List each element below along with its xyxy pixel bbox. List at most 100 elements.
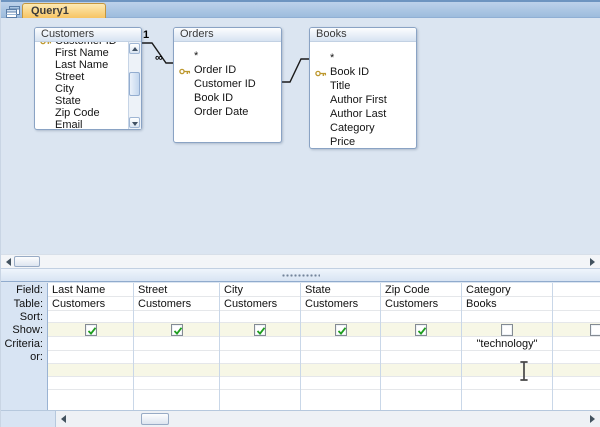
grid-cell-table[interactable]: Customers [381,297,461,311]
grid-cell-extra2[interactable] [462,377,552,390]
grid-cell-sort[interactable] [134,311,219,323]
grid-cell-criteria[interactable] [301,337,380,351]
grid-cell-extra3[interactable] [381,390,461,410]
grid-cell-or[interactable] [381,351,461,364]
diagram-horizontal-scrollbar[interactable] [1,254,600,268]
table-vertical-scrollbar[interactable] [128,42,141,129]
grid-scroll-left-arrow-icon[interactable] [61,415,66,423]
grid-cell-extra3[interactable] [48,390,133,410]
grid-horizontal-scrollbar[interactable] [1,410,600,427]
grid-cell-criteria[interactable] [553,337,600,351]
show-checkbox[interactable] [334,323,347,336]
query-diagram-pane[interactable]: 1 ∞ CustomersCustomer IDFirst NameLast N… [1,18,600,254]
grid-cell-field[interactable]: Zip Code [381,283,461,297]
grid-cell-extra1[interactable] [462,364,552,377]
grid-cell-extra1[interactable] [220,364,300,377]
grid-cell-show[interactable] [48,323,133,337]
grid-cell-or[interactable] [48,351,133,364]
show-checkbox[interactable] [501,323,513,336]
tab-query1[interactable]: Query1 [22,3,106,18]
grid-cell-criteria[interactable] [220,337,300,351]
grid-scroll-right-arrow-icon[interactable] [590,415,595,423]
grid-cell-extra3[interactable] [462,390,552,410]
scroll-left-arrow-icon[interactable] [6,258,11,266]
field-item[interactable]: Zip Code [35,107,128,119]
grid-cell-or[interactable] [220,351,300,364]
show-checkbox[interactable] [84,323,97,336]
show-checkbox[interactable] [170,323,183,336]
show-checkbox[interactable] [254,323,266,336]
show-checkbox[interactable] [589,323,600,336]
grid-cell-field[interactable]: Street [134,283,219,297]
grid-cell-table[interactable]: Customers [220,297,300,311]
grid-cell-or[interactable] [462,351,552,364]
grid-cell-table[interactable] [553,297,600,311]
grid-cell-or[interactable] [134,351,219,364]
grid-cell-table[interactable]: Customers [134,297,219,311]
field-item[interactable]: First Name [35,47,128,59]
grid-cell-criteria[interactable] [134,337,219,351]
field-item[interactable]: * [310,51,416,65]
grid-cell-extra3[interactable] [220,390,300,410]
grid-cell-extra2[interactable] [381,377,461,390]
grid-cell-field[interactable] [553,283,600,297]
grid-cell-criteria-value[interactable]: "technology" [462,337,552,351]
grid-cell-extra1[interactable] [48,364,133,377]
grid-cell-field[interactable]: State [301,283,380,297]
grid-cell-sort[interactable] [553,311,600,323]
field-item[interactable]: Street [35,71,128,83]
grid-cell-show[interactable] [462,323,552,337]
grid-cell-extra1[interactable] [381,364,461,377]
grid-cell-sort[interactable] [462,311,552,323]
field-item[interactable]: Last Name [35,59,128,71]
grid-cell-extra1[interactable] [301,364,380,377]
grid-cell-criteria[interactable] [48,337,133,351]
grid-cell-table[interactable]: Customers [301,297,380,311]
scroll-right-arrow-icon[interactable] [590,258,595,266]
grid-cell-extra2[interactable] [134,377,219,390]
grid-cell-sort[interactable] [220,311,300,323]
grid-cell-show[interactable] [381,323,461,337]
grid-cell-sort[interactable] [381,311,461,323]
table-title-bar[interactable]: Books [310,28,416,42]
field-item[interactable]: Order Date [174,105,281,119]
field-item[interactable]: Book ID [174,91,281,105]
scroll-up-button[interactable] [129,43,140,54]
grid-cell-extra2[interactable] [301,377,380,390]
grid-cell-field[interactable]: Last Name [48,283,133,297]
field-item[interactable]: Order ID [174,63,281,77]
table-title-bar[interactable]: Customers [35,28,141,42]
pane-splitter[interactable] [1,268,600,282]
grid-cell-extra1[interactable] [553,364,600,377]
grid-cell-extra2[interactable] [220,377,300,390]
field-item[interactable]: * [174,49,281,63]
field-item[interactable]: City [35,83,128,95]
grid-cell-sort[interactable] [48,311,133,323]
grid-cell-table[interactable]: Customers [48,297,133,311]
grid-cell-extra2[interactable] [553,377,600,390]
show-checkbox[interactable] [415,323,427,336]
field-item[interactable]: Book ID [310,65,416,79]
grid-cell-table[interactable]: Books [462,297,552,311]
field-item[interactable]: Price [310,135,416,148]
field-item[interactable]: Author Last [310,107,416,121]
grid-cell-show[interactable] [220,323,300,337]
scrollbar-thumb[interactable] [129,72,140,96]
grid-cell-extra2[interactable] [48,377,133,390]
scroll-down-button[interactable] [129,117,140,128]
table-title-bar[interactable]: Orders [174,28,281,42]
field-item[interactable]: Title [310,79,416,93]
diagram-scrollbar-thumb[interactable] [14,256,40,267]
grid-cell-or[interactable] [553,351,600,364]
grid-cell-show[interactable] [134,323,219,337]
field-item[interactable]: Category [310,121,416,135]
grid-cell-extra3[interactable] [301,390,380,410]
grid-cell-extra3[interactable] [134,390,219,410]
join-line-orders-books[interactable] [282,58,309,83]
grid-cell-extra3[interactable] [553,390,600,410]
grid-cell-or[interactable] [301,351,380,364]
field-item[interactable]: Email [35,119,128,129]
grid-cell-field[interactable]: City [220,283,300,297]
grid-scrollbar-thumb[interactable] [141,413,169,425]
grid-cell-extra1[interactable] [134,364,219,377]
